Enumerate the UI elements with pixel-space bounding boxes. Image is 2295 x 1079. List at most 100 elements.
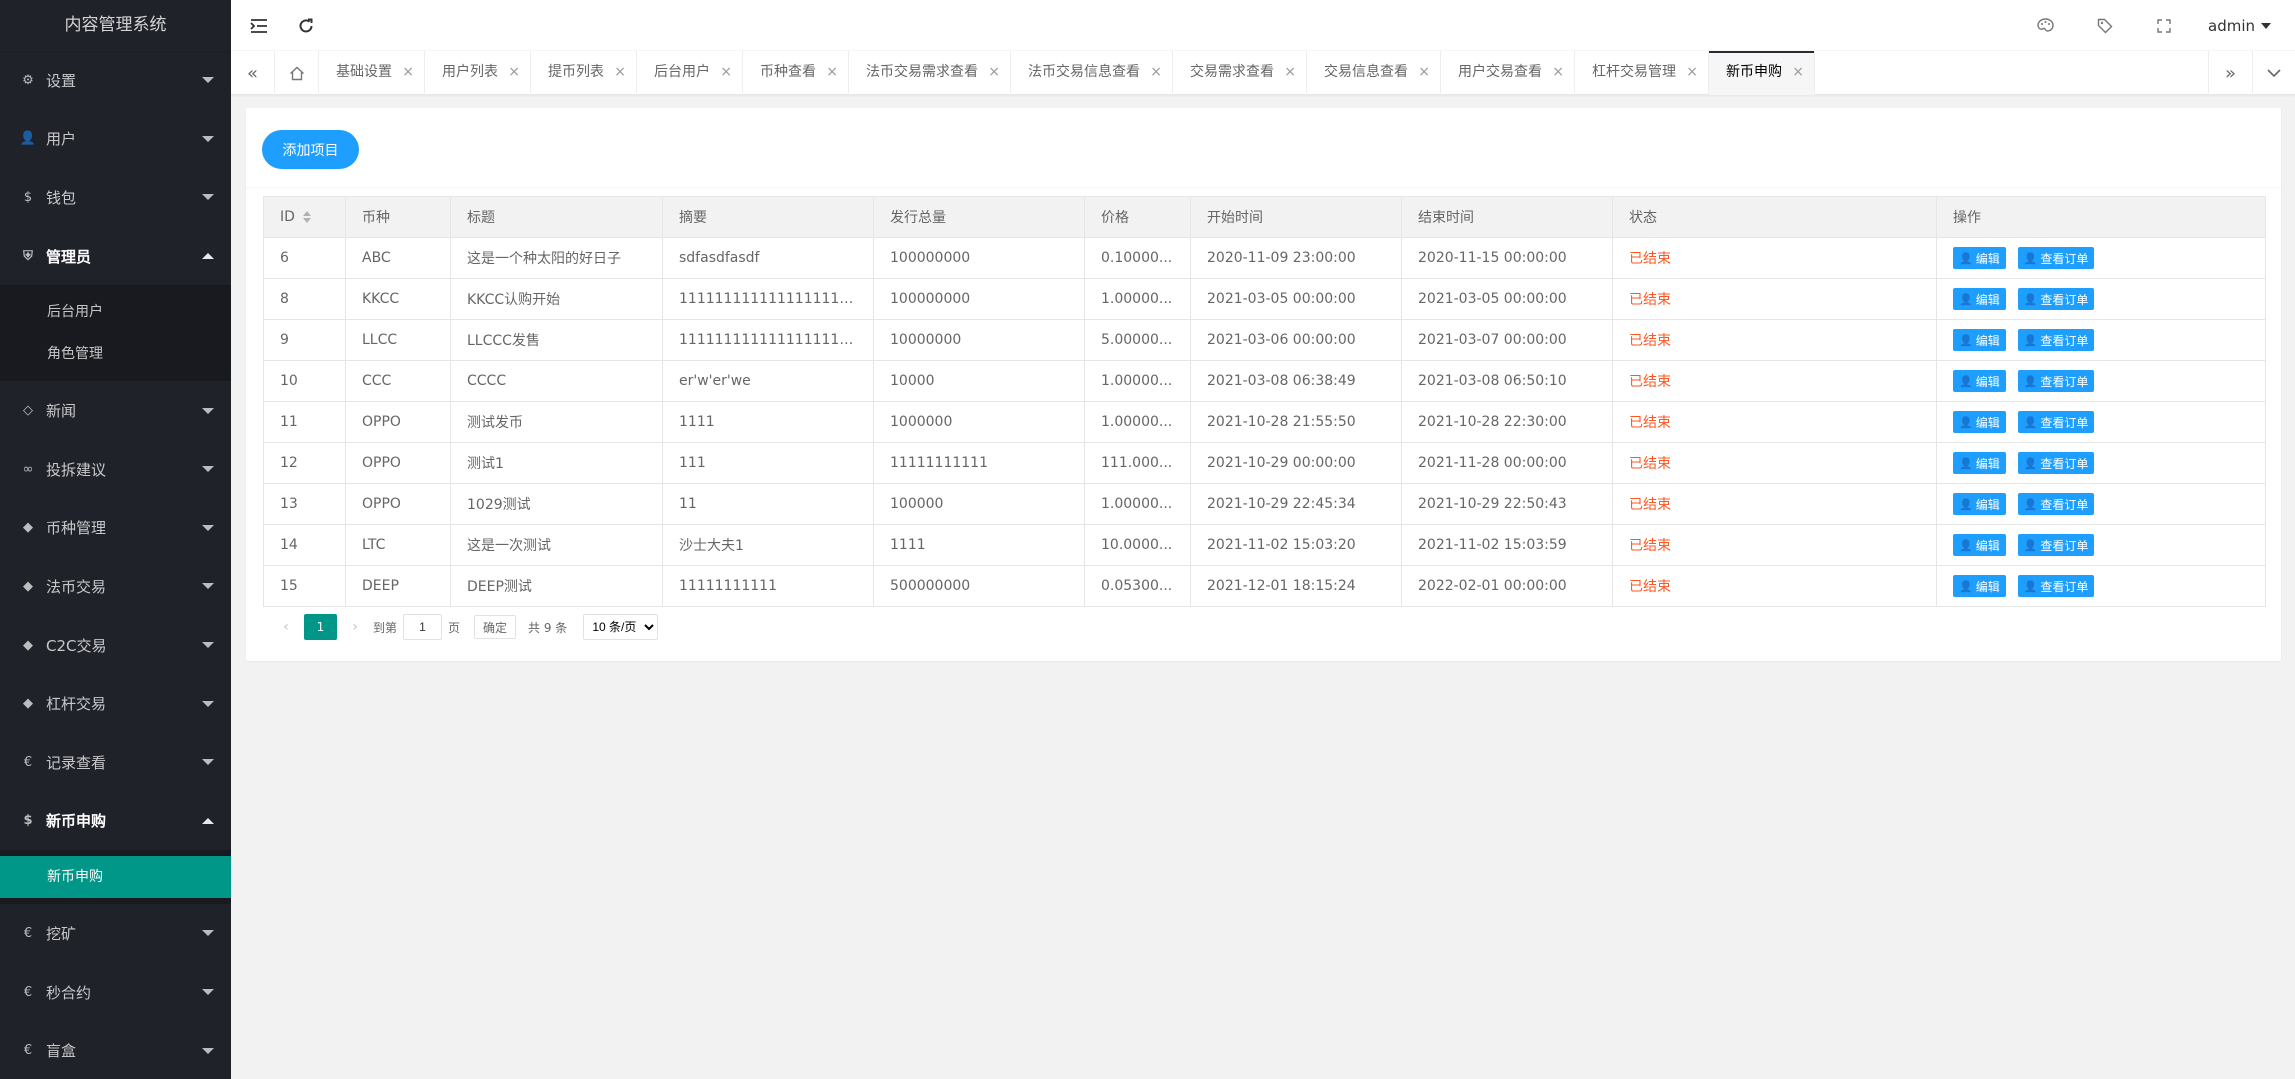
next-page-button[interactable]: › <box>343 619 367 635</box>
close-icon[interactable]: × <box>720 51 732 93</box>
sidebar-item-5[interactable]: ∞ 投拆建议 <box>0 440 231 499</box>
tab-4[interactable]: 币种查看 × <box>743 51 849 95</box>
close-icon[interactable]: × <box>1686 51 1698 93</box>
tab-8[interactable]: 交易信息查看 × <box>1307 51 1441 95</box>
sidebar-item-3[interactable]: ⛨ 管理员 <box>0 227 231 286</box>
sidebar-item-11[interactable]: $ 新币申购 <box>0 792 231 851</box>
edit-button[interactable]: 👤 编辑 <box>1953 247 2006 269</box>
user-menu[interactable]: admin <box>2193 0 2295 51</box>
tabs: 基础设置 × 用户列表 × 提币列表 × 后台用户 × 币种查看 × 法币交易需求查看 × 法币交易信息… <box>319 51 1815 95</box>
note-button[interactable] <box>2075 0 2134 51</box>
tab-10[interactable]: 杠杆交易管理 × <box>1575 51 1709 95</box>
close-icon[interactable]: × <box>508 51 520 93</box>
prev-page-button[interactable]: ‹ <box>274 619 298 635</box>
sidebar-subitem[interactable]: 角色管理 <box>0 333 231 375</box>
tab-1[interactable]: 用户列表 × <box>425 51 531 95</box>
palette-icon <box>2037 18 2054 32</box>
tab-0[interactable]: 基础设置 × <box>319 51 425 95</box>
edit-button[interactable]: 👤 编辑 <box>1953 329 2006 351</box>
status-cell: 已结束 <box>1612 442 1937 484</box>
close-icon[interactable]: × <box>826 51 838 93</box>
edit-button[interactable]: 👤 编辑 <box>1953 370 2006 392</box>
sidebar-item-0[interactable]: ⚙ 设置 <box>0 51 231 110</box>
sidebar-item-label: 秒合约 <box>46 983 92 1002</box>
sidebar-item-6[interactable]: ◆ 币种管理 <box>0 499 231 558</box>
tab-9[interactable]: 用户交易查看 × <box>1441 51 1575 95</box>
sidebar-subitem[interactable]: 后台用户 <box>0 291 231 333</box>
edit-button[interactable]: 👤 编辑 <box>1953 288 2006 310</box>
table-cell: 2021-11-02 15:03:20 <box>1190 524 1402 566</box>
sidebar-item-8[interactable]: ◆ C2C交易 <box>0 616 231 675</box>
sidebar-item-7[interactable]: ◆ 法币交易 <box>0 557 231 616</box>
tab-7[interactable]: 交易需求查看 × <box>1173 51 1307 95</box>
edit-button[interactable]: 👤 编辑 <box>1953 493 2006 515</box>
sidebar-item-label: 挖矿 <box>46 924 77 943</box>
close-icon[interactable]: × <box>988 51 1000 93</box>
view-orders-button[interactable]: 👤 查看订单 <box>2017 493 2095 515</box>
refresh-button[interactable] <box>286 0 326 51</box>
view-orders-button[interactable]: 👤 查看订单 <box>2017 534 2095 556</box>
sort-icon[interactable] <box>302 211 312 223</box>
tabs-scroll-right-button[interactable]: » <box>2208 51 2252 95</box>
sidebar-item-12[interactable]: € 挖矿 <box>0 904 231 963</box>
edit-button[interactable]: 👤 编辑 <box>1953 575 2006 597</box>
edit-button[interactable]: 👤 编辑 <box>1953 411 2006 433</box>
edit-button[interactable]: 👤 编辑 <box>1953 534 2006 556</box>
table-cell: 1029测试 <box>450 483 663 525</box>
home-tab[interactable] <box>275 51 319 95</box>
sidebar-item-10[interactable]: € 记录查看 <box>0 733 231 792</box>
sidebar-item-9[interactable]: ◆ 杠杆交易 <box>0 674 231 733</box>
close-icon[interactable]: × <box>1284 51 1296 93</box>
tab-label: 用户交易查看 <box>1458 64 1542 80</box>
table-cell: ABC <box>345 237 451 279</box>
table-cell: 2021-03-05 00:00:00 <box>1401 278 1613 320</box>
theme-button[interactable] <box>2016 0 2075 51</box>
column-header[interactable]: ID <box>263 196 346 238</box>
tab-5[interactable]: 法币交易需求查看 × <box>849 51 1011 95</box>
caret-down-icon <box>202 77 214 84</box>
view-orders-button[interactable]: 👤 查看订单 <box>2017 329 2095 351</box>
sidebar-item-14[interactable]: € 盲盒 <box>0 1021 231 1079</box>
view-orders-button[interactable]: 👤 查看订单 <box>2017 411 2095 433</box>
tab-6[interactable]: 法币交易信息查看 × <box>1011 51 1173 95</box>
goto-confirm-button[interactable]: 确定 <box>474 615 517 639</box>
dollar-icon: $ <box>23 189 33 205</box>
fullscreen-button[interactable] <box>2134 0 2193 51</box>
sidebar-subitem[interactable]: 新币申购 <box>0 856 231 899</box>
table-cell: 2020-11-09 23:00:00 <box>1190 237 1402 279</box>
goto-prefix: 到第 <box>373 620 398 635</box>
sidebar-item-1[interactable]: 👤 用户 <box>0 110 231 169</box>
view-orders-button[interactable]: 👤 查看订单 <box>2017 370 2095 392</box>
close-icon[interactable]: × <box>614 51 626 93</box>
tab-label: 用户列表 <box>442 64 498 80</box>
close-icon[interactable]: × <box>1552 51 1564 93</box>
tabs-scroll-left-button[interactable]: « <box>231 51 275 95</box>
button-label: 查看订单 <box>2040 374 2089 389</box>
sidebar-item-4[interactable]: ◇ 新闻 <box>0 381 231 440</box>
page-size-select[interactable]: 10 条/页 <box>583 614 659 640</box>
current-page[interactable]: 1 <box>304 614 337 640</box>
tab-3[interactable]: 后台用户 × <box>637 51 743 95</box>
tab-11[interactable]: 新币申购 × <box>1709 51 1815 95</box>
actions-cell: 👤 编辑 👤 查看订单 <box>1936 565 2266 607</box>
menu-toggle-button[interactable] <box>239 0 279 51</box>
tabs-menu-button[interactable] <box>2252 51 2295 95</box>
close-icon[interactable]: × <box>1792 51 1804 93</box>
sidebar-item-label: 投拆建议 <box>46 460 107 479</box>
add-project-button[interactable]: 添加项目 <box>262 130 359 169</box>
view-orders-button[interactable]: 👤 查看订单 <box>2017 247 2095 269</box>
view-orders-button[interactable]: 👤 查看订单 <box>2017 452 2095 474</box>
close-icon[interactable]: × <box>1418 51 1430 93</box>
column-header-label: 发行总量 <box>890 210 946 226</box>
close-icon[interactable]: × <box>402 51 414 93</box>
view-orders-button[interactable]: 👤 查看订单 <box>2017 288 2095 310</box>
user-name: admin <box>2208 16 2255 35</box>
view-orders-button[interactable]: 👤 查看订单 <box>2017 575 2095 597</box>
user-icon: 👤 <box>2023 333 2038 347</box>
goto-page-input[interactable] <box>403 614 443 640</box>
sidebar-item-13[interactable]: € 秒合约 <box>0 963 231 1022</box>
close-icon[interactable]: × <box>1150 51 1162 93</box>
edit-button[interactable]: 👤 编辑 <box>1953 452 2006 474</box>
sidebar-item-2[interactable]: $ 钱包 <box>0 168 231 227</box>
tab-2[interactable]: 提币列表 × <box>531 51 637 95</box>
